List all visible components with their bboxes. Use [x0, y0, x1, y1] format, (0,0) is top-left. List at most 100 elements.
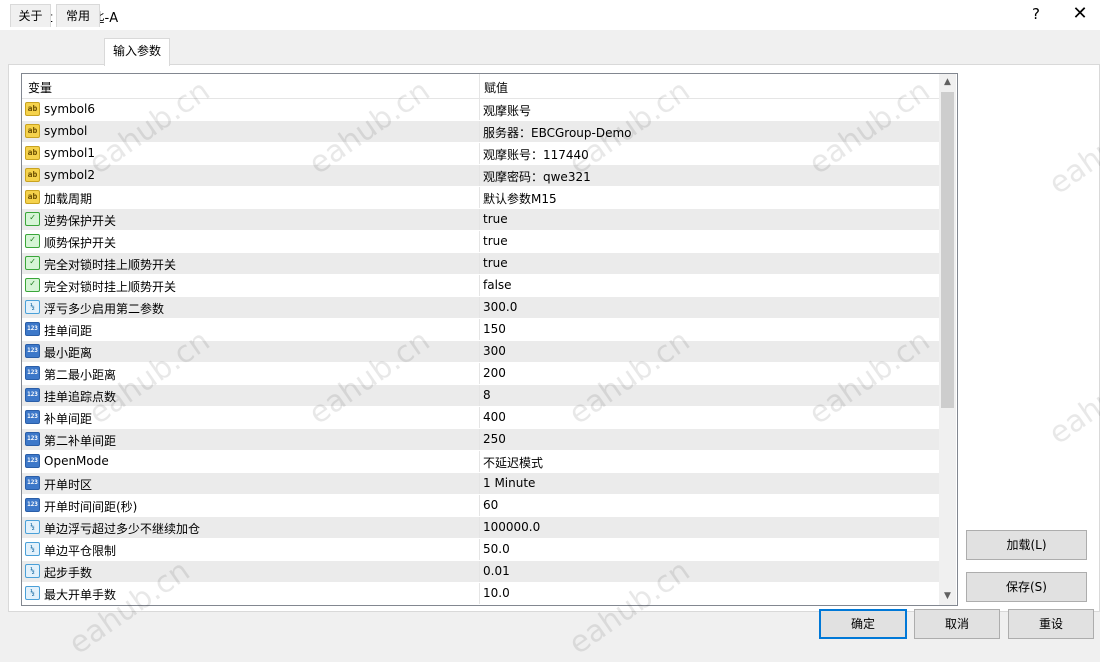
table-row[interactable]: ✓ 完全对锁时挂上顺势开关 true [22, 253, 939, 275]
parameter-value[interactable]: 观摩账号：117440 [483, 146, 589, 163]
tab-inputs[interactable]: 输入参数 [104, 38, 170, 66]
column-header-variable[interactable]: 变量 [28, 79, 52, 96]
int-type-icon: 123 [25, 476, 40, 490]
table-row[interactable]: 123 挂单追踪点数 8 [22, 385, 939, 407]
parameter-value[interactable]: true [483, 212, 508, 226]
column-header-value[interactable]: 赋值 [484, 79, 508, 96]
parameter-value[interactable]: true [483, 256, 508, 270]
parameter-value[interactable]: 250 [483, 432, 506, 446]
parameter-value[interactable]: 300 [483, 344, 506, 358]
scroll-up-arrow-icon[interactable]: ▲ [939, 74, 956, 91]
cell-divider [479, 473, 480, 494]
title-bar: Expert - 金钥匙-A ? ✕ [0, 0, 1100, 30]
vertical-scrollbar[interactable]: ▲ ▼ [939, 74, 956, 605]
table-row[interactable]: ab symbol 服务器：EBCGroup-Demo [22, 121, 939, 143]
parameters-grid[interactable]: 变量 赋值 ab symbol6 观摩账号 ab symbol 服务器：EBCGroup-… [21, 73, 958, 606]
load-button[interactable]: 加载(L) [966, 530, 1087, 560]
close-button[interactable]: ✕ [1068, 3, 1092, 25]
table-row[interactable]: ½ 单边浮亏超过多少不继续加仓 100000.0 [22, 517, 939, 539]
table-row[interactable]: ab symbol1 观摩账号：117440 [22, 143, 939, 165]
table-row[interactable]: ✓ 顺势保护开关 true [22, 231, 939, 253]
cell-divider [479, 451, 480, 472]
cell-divider [479, 121, 480, 142]
tab-about[interactable]: 关于 [10, 4, 51, 27]
table-row[interactable]: 123 第二补单间距 250 [22, 429, 939, 451]
parameter-value[interactable]: 150 [483, 322, 506, 336]
bool-type-icon: ✓ [25, 234, 40, 248]
cell-divider [479, 297, 480, 318]
cell-divider [479, 165, 480, 186]
table-row[interactable]: ✓ 完全对锁时挂上顺势开关 false [22, 275, 939, 297]
double-type-icon: ½ [25, 542, 40, 556]
table-row[interactable]: ab symbol2 观摩密码：qwe321 [22, 165, 939, 187]
int-type-icon: 123 [25, 322, 40, 336]
cell-divider [479, 187, 480, 208]
table-row[interactable]: ½加仓倍率1.9 [22, 605, 939, 606]
int-type-icon: 123 [25, 410, 40, 424]
double-type-icon: ½ [25, 300, 40, 314]
save-button[interactable]: 保存(S) [966, 572, 1087, 602]
parameter-value[interactable]: 不延迟模式 [483, 454, 543, 471]
parameter-value[interactable]: 10.0 [483, 586, 510, 600]
bool-type-icon: ✓ [25, 256, 40, 270]
int-type-icon: 123 [25, 344, 40, 358]
table-row[interactable]: ab 加载周期 默认参数M15 [22, 187, 939, 209]
parameter-value[interactable]: 50.0 [483, 542, 510, 556]
cell-divider [479, 605, 480, 606]
table-row[interactable]: 123 第二最小距离 200 [22, 363, 939, 385]
parameter-value[interactable]: false [483, 278, 512, 292]
table-row[interactable]: ab symbol6 观摩账号 [22, 99, 939, 121]
parameter-value[interactable]: 观摩密码：qwe321 [483, 168, 591, 185]
string-type-icon: ab [25, 190, 40, 204]
table-row[interactable]: 123 OpenMode 不延迟模式 [22, 451, 939, 473]
parameter-value[interactable]: 8 [483, 388, 491, 402]
table-row[interactable]: ½ 单边平仓限制 50.0 [22, 539, 939, 561]
scroll-down-arrow-icon[interactable]: ▼ [939, 588, 956, 605]
reset-button[interactable]: 重设 [1008, 609, 1094, 639]
parameter-name: 单边浮亏超过多少不继续加仓 [44, 522, 201, 536]
cell-divider [479, 407, 480, 428]
parameter-value[interactable]: 300.0 [483, 300, 517, 314]
column-divider[interactable] [479, 74, 480, 98]
parameter-name: OpenMode [44, 454, 109, 468]
ok-button[interactable]: 确定 [819, 609, 907, 639]
parameter-value[interactable]: 服务器：EBCGroup-Demo [483, 124, 632, 141]
scrollbar-thumb[interactable] [941, 92, 954, 408]
table-row[interactable]: ½ 浮亏多少启用第二参数 300.0 [22, 297, 939, 319]
parameter-name: 开单时区 [44, 478, 93, 492]
table-row[interactable]: 123 补单间距 400 [22, 407, 939, 429]
parameter-value[interactable]: 0.01 [483, 564, 510, 578]
table-row[interactable]: 123 最小距离 300 [22, 341, 939, 363]
table-row[interactable]: 123 开单时区 1 Minute [22, 473, 939, 495]
cell-divider [479, 429, 480, 450]
parameter-name: 浮亏多少启用第二参数 [44, 302, 165, 316]
parameter-name: symbol [44, 124, 88, 138]
cell-divider [479, 209, 480, 230]
table-row[interactable]: 123 开单时间间距(秒) 60 [22, 495, 939, 517]
table-row[interactable]: ½ 起步手数 0.01 [22, 561, 939, 583]
parameter-value[interactable]: 1 Minute [483, 476, 535, 490]
parameter-value[interactable]: 默认参数M15 [483, 190, 557, 207]
parameter-name: 开单时间间距(秒) [44, 500, 138, 514]
parameter-name: symbol6 [44, 102, 95, 116]
parameter-value[interactable]: 观摩账号 [483, 102, 531, 119]
parameter-value[interactable]: 200 [483, 366, 506, 380]
parameter-value[interactable]: true [483, 234, 508, 248]
parameter-value[interactable]: 400 [483, 410, 506, 424]
table-row[interactable]: 123 挂单间距 150 [22, 319, 939, 341]
cancel-button[interactable]: 取消 [914, 609, 1000, 639]
table-row[interactable]: ✓ 逆势保护开关 true [22, 209, 939, 231]
table-row[interactable]: ½ 最大开单手数 10.0 [22, 583, 939, 605]
parameter-value[interactable]: 60 [483, 498, 498, 512]
help-button[interactable]: ? [1026, 4, 1046, 24]
double-type-icon: ½ [25, 520, 40, 534]
parameter-name: symbol2 [44, 168, 95, 182]
parameter-name: 第二最小距离 [44, 368, 117, 382]
grid-header: 变量 赋值 [22, 74, 939, 99]
parameter-name: 完全对锁时挂上顺势开关 [44, 258, 177, 272]
parameter-name: 逆势保护开关 [44, 214, 117, 228]
int-type-icon: 123 [25, 432, 40, 446]
parameter-name: 最大开单手数 [44, 588, 117, 602]
parameter-value[interactable]: 100000.0 [483, 520, 540, 534]
tab-common[interactable]: 常用 [56, 4, 100, 27]
